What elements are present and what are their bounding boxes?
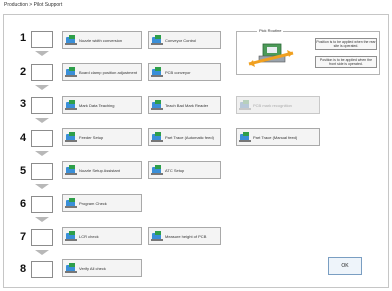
legend-rear-site-note: Position is to be applied when the rear … [315,38,377,50]
measure-height-icon [151,230,163,242]
step-number: 4 [19,132,27,144]
board-clamp-icon [65,66,77,78]
program-check-button[interactable]: Program Check [62,194,142,212]
atc-icon [151,164,163,176]
mark-teaching-icon [65,99,77,111]
feeder-setup-button[interactable]: Feeder Setup [62,128,142,146]
step-number: 2 [19,66,27,78]
step-number: 7 [19,231,27,243]
nozzle-setup-icon [65,164,77,176]
step-arrow [35,151,49,156]
conveyor-icon [151,34,163,46]
verify-icon [65,262,77,274]
window-title: Production > Pilot Support [4,2,63,8]
pcb-recognition-icon [239,99,251,111]
lcr-icon [65,230,77,242]
atc-setup-button[interactable]: ATC Setup [148,161,221,179]
teach-bad-mark-button[interactable]: Teach Bad Mark Reader [148,96,221,114]
step-number: 1 [19,32,27,44]
step-arrow [35,217,49,222]
step-arrow [35,118,49,123]
mark-data-teaching-button[interactable]: Mark Data Teaching [62,96,142,114]
part-trace-auto-button[interactable]: Part Trace (Automatic feed) [148,128,221,146]
step-status-box [31,64,53,81]
bad-mark-icon [151,99,163,111]
legend-front-side-note: Position is to be applied when the front… [315,56,377,68]
step-status-box [31,163,53,180]
step-arrow [35,184,49,189]
part-trace-manual-icon [239,131,251,143]
step-status-box [31,261,53,278]
pcb-recognition-button[interactable]: PCB mark recognition [236,96,320,114]
pick-routine-diagram-icon [248,43,294,67]
nozzle-setup-button[interactable]: Nozzle Setup Assistant [62,161,142,179]
ok-button[interactable]: OK [328,257,362,275]
step-number: 5 [19,165,27,177]
board-clamp-button[interactable]: Board clamp position adjustment [62,63,142,81]
step-number: 3 [19,98,27,110]
pcb-conveyor-button[interactable]: PCB conveyor [148,63,221,81]
nozzle-camera-button[interactable]: Nozzle width conversion [62,31,142,49]
feeder-icon [65,131,77,143]
measure-height-button[interactable]: Measure height of PCB [148,227,221,245]
step-number: 6 [19,198,27,210]
nozzle-camera-icon [65,34,77,46]
step-arrow [35,250,49,255]
step-number: 8 [19,263,27,275]
title-bar: Production > Pilot Support [0,0,392,12]
pcb-conveyor-icon [151,66,163,78]
program-check-icon [65,197,77,209]
lcr-check-button[interactable]: LCR check [62,227,142,245]
step-status-box [31,229,53,246]
step-arrow [35,85,49,90]
step-status-box [31,97,53,114]
verify-all-button[interactable]: Verify All check [62,259,142,277]
legend-title: Pick Routine [257,28,284,33]
part-trace-auto-icon [151,131,163,143]
step-status-box [31,130,53,147]
step-status-box [31,196,53,213]
part-trace-manual-button[interactable]: Part Trace (Manual feed) [236,128,320,146]
pick-routine-legend: Pick Routine Position is to be applied w… [236,28,380,75]
conveyor-control-button[interactable]: Conveyor Control [148,31,221,49]
step-status-box [31,31,53,48]
step-arrow [35,51,49,56]
